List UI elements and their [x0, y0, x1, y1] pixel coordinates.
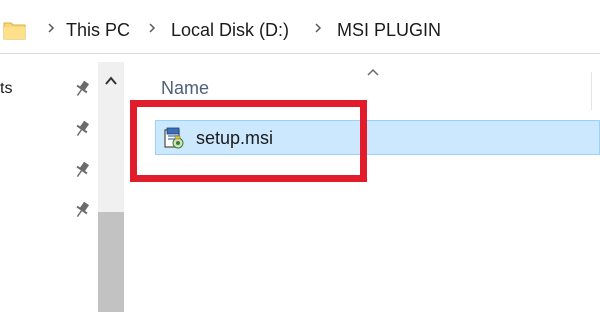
breadcrumb-this-pc[interactable]: This PC: [66, 20, 130, 40]
folder-icon: [3, 20, 27, 40]
column-divider[interactable]: [591, 72, 592, 110]
nav-item-label[interactable]: ts: [0, 79, 12, 99]
pin-icon[interactable]: [72, 79, 92, 99]
pin-icon[interactable]: [72, 119, 92, 139]
red-highlight-box: [130, 100, 367, 182]
pin-icon[interactable]: [72, 200, 92, 220]
navigation-pane: ts: [0, 54, 126, 312]
chevron-right-icon[interactable]: [312, 22, 324, 34]
file-explorer-window: This PC Local Disk (D:) MSI PLUGIN ts Na…: [0, 0, 600, 312]
chevron-right-icon[interactable]: [45, 22, 57, 34]
breadcrumb-local-disk[interactable]: Local Disk (D:): [171, 20, 289, 40]
nav-scrollbar[interactable]: [98, 62, 124, 312]
column-header-name[interactable]: Name: [161, 77, 209, 99]
scrollbar-thumb[interactable]: [98, 212, 124, 312]
breadcrumb-msi-plugin[interactable]: MSI PLUGIN: [337, 20, 441, 40]
chevron-right-icon[interactable]: [146, 22, 158, 34]
pin-icon[interactable]: [72, 160, 92, 180]
address-bar[interactable]: This PC Local Disk (D:) MSI PLUGIN: [0, 5, 600, 54]
scroll-up-icon[interactable]: [98, 68, 124, 94]
chevron-up-icon: [366, 64, 380, 76]
